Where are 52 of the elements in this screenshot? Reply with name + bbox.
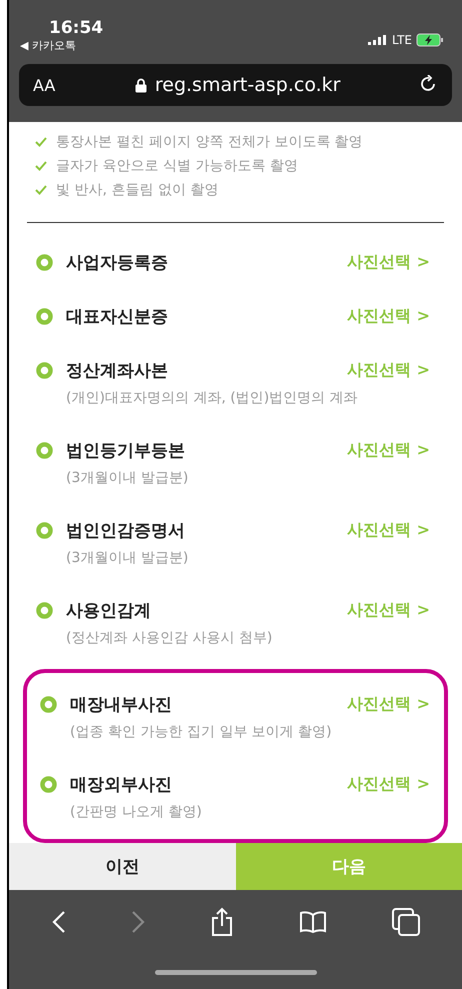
guideline-text: 통장사본 펼친 페이지 양쪽 전체가 보이도록 촬영	[56, 133, 363, 152]
ring-icon	[40, 696, 57, 713]
battery-charging-icon	[416, 33, 444, 47]
book-icon[interactable]	[298, 910, 326, 934]
share-icon[interactable]	[210, 907, 234, 937]
document-title: 정산계좌사본	[66, 360, 169, 382]
document-note: (개인)대표자명의의 계좌, (법인)법인명의 계좌	[65, 389, 359, 407]
network-label: LTE	[392, 33, 412, 47]
photo-select-link[interactable]: 사진선택 >	[347, 520, 430, 541]
document-note: (업종 확인 가능한 집기 일부 보이게 촬영)	[69, 723, 333, 741]
address-bar[interactable]: AA reg.smart-asp.co.kr	[19, 64, 452, 106]
guideline-text: 빛 반사, 흔들림 없이 촬영	[56, 181, 218, 200]
back-icon[interactable]	[52, 910, 66, 934]
ring-icon	[40, 776, 57, 793]
photo-select-link[interactable]: 사진선택 >	[347, 360, 430, 381]
back-to-app-link[interactable]: ◀ 카카오톡	[19, 38, 104, 53]
guideline-text: 글자가 육안으로 식별 가능하도록 촬영	[56, 157, 298, 176]
ring-icon	[36, 522, 53, 539]
previous-button[interactable]: 이전	[9, 843, 236, 890]
url-text: reg.smart-asp.co.kr	[154, 74, 340, 96]
forward-icon[interactable]	[130, 910, 144, 934]
ring-icon	[36, 308, 53, 325]
ring-icon	[36, 602, 53, 619]
ring-icon	[36, 442, 53, 459]
document-title: 법인인감증명서	[66, 520, 186, 542]
document-title: 매장외부사진	[70, 774, 173, 796]
document-note: (3개월이내 발급분)	[65, 469, 190, 487]
signal-icon	[368, 35, 388, 45]
photo-select-link[interactable]: 사진선택 >	[347, 252, 430, 273]
ring-icon	[36, 362, 53, 379]
check-icon	[35, 137, 47, 147]
check-icon	[35, 185, 47, 195]
document-title: 대표자신분증	[66, 306, 169, 328]
check-icon	[35, 161, 47, 171]
document-title: 사업자등록증	[66, 252, 169, 274]
photo-select-link[interactable]: 사진선택 >	[347, 600, 430, 621]
next-button[interactable]: 다음	[236, 843, 462, 890]
photo-select-link[interactable]: 사진선택 >	[347, 694, 430, 715]
document-title: 사용인감계	[66, 600, 152, 622]
photo-select-link[interactable]: 사진선택 >	[347, 774, 430, 795]
tabs-icon[interactable]	[392, 908, 420, 936]
document-title: 매장내부사진	[70, 694, 173, 716]
document-note: (정산계좌 사용인감 사용시 첨부)	[65, 629, 274, 647]
document-title: 법인등기부등본	[66, 440, 186, 462]
document-note: (3개월이내 발급분)	[65, 549, 190, 567]
photo-select-link[interactable]: 사진선택 >	[347, 440, 430, 461]
status-time: 16:54	[48, 18, 104, 38]
ring-icon	[36, 254, 53, 271]
lock-icon	[134, 78, 147, 92]
text-size-button[interactable]: AA	[33, 76, 56, 94]
photo-select-link[interactable]: 사진선택 >	[347, 306, 430, 327]
document-note: (간판명 나오게 촬영)	[69, 803, 203, 821]
